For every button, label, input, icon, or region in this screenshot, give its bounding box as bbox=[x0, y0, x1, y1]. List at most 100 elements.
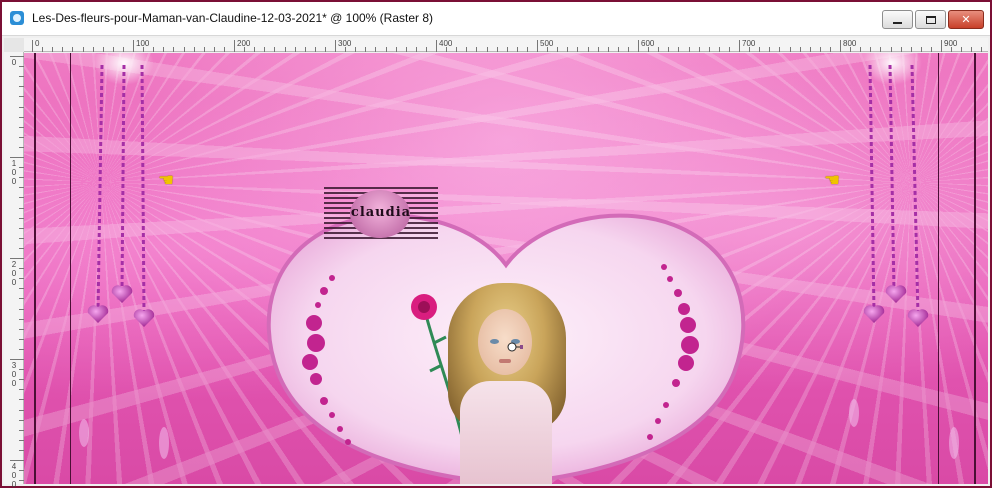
ruler-tick bbox=[920, 47, 922, 52]
ruler-tick bbox=[809, 47, 811, 52]
ruler-tick bbox=[880, 47, 882, 52]
ruler-tick bbox=[133, 40, 134, 52]
ruler-tick bbox=[10, 258, 24, 259]
vertical-ruler[interactable]: 0 100 200 300 400 bbox=[4, 52, 24, 488]
ruler-tick bbox=[658, 47, 660, 52]
ruler-label: 400 bbox=[11, 462, 17, 488]
ruler-tick bbox=[577, 47, 579, 52]
girl-face bbox=[478, 309, 532, 375]
ruler-label: 0 bbox=[35, 39, 40, 48]
girl-mouth bbox=[499, 359, 511, 363]
close-button[interactable]: ✕ bbox=[948, 10, 984, 29]
ruler-corner bbox=[4, 38, 24, 52]
ruler-tick bbox=[496, 47, 498, 52]
ruler-tick bbox=[829, 47, 831, 52]
girl-dress bbox=[460, 381, 552, 484]
ruler-label: 200 bbox=[237, 39, 251, 48]
ruler-tick bbox=[365, 47, 367, 52]
ruler-tick bbox=[900, 47, 902, 52]
window-title: Les-Des-fleurs-pour-Maman-van-Claudine-1… bbox=[32, 11, 434, 25]
app-icon bbox=[10, 11, 24, 25]
ruler-tick bbox=[819, 47, 821, 52]
ruler-label: 100 bbox=[136, 39, 150, 48]
ruler-tick bbox=[264, 47, 266, 52]
ruler-tick bbox=[153, 47, 155, 52]
ruler-tick bbox=[304, 47, 306, 52]
ruler-tick bbox=[638, 40, 639, 52]
ruler-tick bbox=[516, 47, 518, 52]
ruler-label: 800 bbox=[843, 39, 857, 48]
ruler-tick bbox=[941, 40, 942, 52]
ruler-tick bbox=[678, 47, 680, 52]
ruler-tick bbox=[587, 47, 589, 52]
ruler-tick bbox=[476, 47, 478, 52]
image-canvas[interactable]: claudia ☚ ☚ bbox=[24, 53, 988, 484]
ruler-tick bbox=[314, 47, 316, 52]
ruler-tick bbox=[223, 47, 225, 52]
ruler-tick bbox=[284, 47, 286, 52]
ruler-tick bbox=[961, 47, 963, 52]
ruler-tick bbox=[82, 47, 84, 52]
ruler-tick bbox=[163, 47, 165, 52]
ruler-tick bbox=[375, 47, 377, 52]
ruler-label: 300 bbox=[338, 39, 352, 48]
ruler-tick bbox=[234, 40, 235, 52]
ruler-tick bbox=[910, 47, 912, 52]
ruler-tick bbox=[203, 47, 205, 52]
ruler-label: 600 bbox=[641, 39, 655, 48]
ruler-tick bbox=[779, 47, 781, 52]
ruler-tick bbox=[436, 40, 437, 52]
ruler-tick bbox=[122, 47, 124, 52]
ruler-tick bbox=[981, 47, 983, 52]
ruler-label: 200 bbox=[11, 260, 17, 287]
ruler-tick bbox=[254, 47, 256, 52]
ruler-tick bbox=[698, 47, 700, 52]
ruler-label: 300 bbox=[11, 361, 17, 388]
ruler-tick bbox=[10, 56, 24, 57]
ruler-tick bbox=[799, 47, 801, 52]
editor-window: Les-Des-fleurs-pour-Maman-van-Claudine-1… bbox=[0, 0, 992, 488]
ruler-label: 700 bbox=[742, 39, 756, 48]
maximize-button[interactable] bbox=[915, 10, 946, 29]
girl-photo bbox=[442, 281, 570, 484]
ruler-tick bbox=[506, 47, 508, 52]
ruler-tick bbox=[213, 47, 215, 52]
ruler-tick bbox=[10, 460, 24, 461]
ruler-tick bbox=[708, 47, 710, 52]
ruler-tick bbox=[860, 47, 862, 52]
ruler-tick bbox=[930, 47, 932, 52]
ruler-tick bbox=[789, 47, 791, 52]
ruler-tick bbox=[668, 47, 670, 52]
ruler-tick bbox=[385, 47, 387, 52]
watermark-text: claudia bbox=[350, 205, 412, 220]
ruler-tick bbox=[728, 47, 730, 52]
ruler-tick bbox=[526, 47, 528, 52]
close-icon: ✕ bbox=[961, 13, 971, 26]
ruler-tick bbox=[193, 47, 195, 52]
title-bar[interactable]: Les-Des-fleurs-pour-Maman-van-Claudine-1… bbox=[2, 2, 990, 36]
ruler-label: 900 bbox=[944, 39, 958, 48]
maximize-icon bbox=[925, 15, 936, 24]
ruler-tick bbox=[102, 47, 104, 52]
ruler-tick bbox=[92, 47, 94, 52]
pointing-hand-left-icon: ☚ bbox=[158, 170, 175, 190]
ruler-tick bbox=[486, 47, 488, 52]
ruler-tick bbox=[597, 47, 599, 52]
ruler-label: 400 bbox=[439, 39, 453, 48]
ruler-tick bbox=[870, 47, 872, 52]
ruler-tick bbox=[183, 47, 185, 52]
ruler-tick bbox=[355, 47, 357, 52]
ruler-tick bbox=[739, 40, 740, 52]
ruler-tick bbox=[405, 47, 407, 52]
ruler-tick bbox=[456, 47, 458, 52]
ruler-tick bbox=[42, 47, 44, 52]
ruler-tick bbox=[617, 47, 619, 52]
minimize-button[interactable] bbox=[882, 10, 913, 29]
ruler-tick bbox=[769, 47, 771, 52]
ruler-tick bbox=[10, 359, 24, 360]
ruler-tick bbox=[294, 47, 296, 52]
ruler-tick bbox=[718, 47, 720, 52]
ruler-tick bbox=[72, 47, 74, 52]
horizontal-ruler[interactable]: 0 100 200 300 400 500 600 700 800 900 bbox=[24, 38, 988, 52]
move-cursor-icon bbox=[507, 342, 523, 352]
